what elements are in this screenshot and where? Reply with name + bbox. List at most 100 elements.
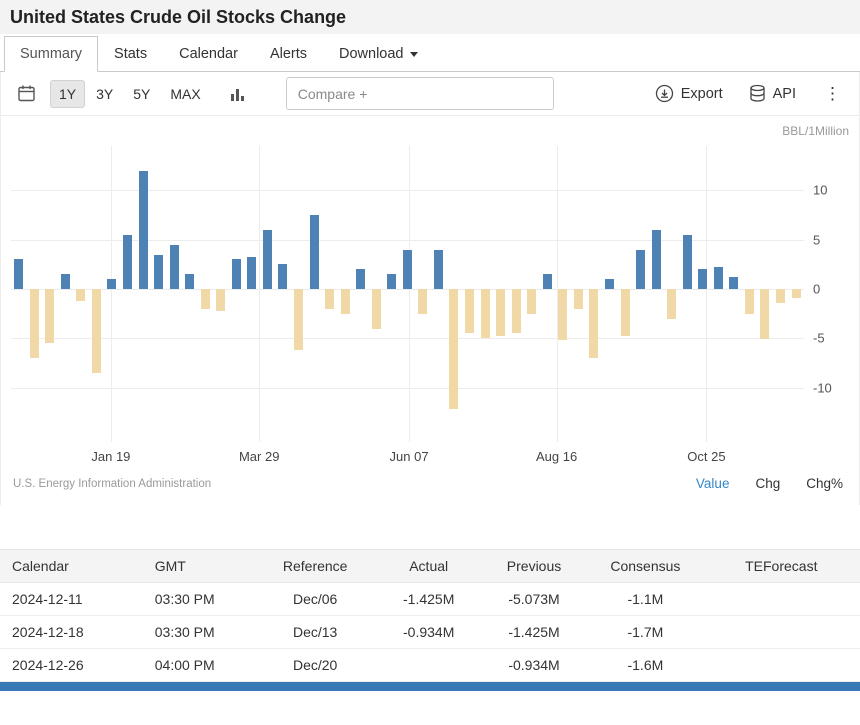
y-tick-label: 0 bbox=[813, 282, 820, 297]
chart-bar bbox=[465, 289, 474, 333]
chart-toolbar: 1Y3Y5YMAX Export API ⋮ bbox=[1, 72, 859, 116]
calendar-icon bbox=[17, 84, 36, 103]
bar-chart-icon bbox=[230, 86, 246, 102]
table-row: 2024-12-1103:30 PMDec/06-1.425M-5.073M-1… bbox=[0, 583, 860, 616]
chart-bar bbox=[216, 289, 225, 311]
range-button-1y[interactable]: 1Y bbox=[50, 80, 85, 108]
range-button-5y[interactable]: 5Y bbox=[124, 80, 159, 108]
database-icon bbox=[749, 84, 766, 103]
chart-bar bbox=[387, 274, 396, 289]
date-range-calendar-button[interactable] bbox=[11, 80, 42, 107]
chart-bar bbox=[683, 235, 692, 289]
column-header-consensus: Consensus bbox=[588, 550, 702, 583]
tab-download[interactable]: Download bbox=[323, 36, 434, 72]
mode-value[interactable]: Value bbox=[696, 476, 730, 491]
chart-bar bbox=[589, 289, 598, 358]
table-cell: Dec/20 bbox=[253, 649, 378, 682]
mode-chg[interactable]: Chg bbox=[755, 476, 780, 491]
export-label: Export bbox=[681, 86, 723, 102]
chart-footer: U.S. Energy Information Administration V… bbox=[11, 472, 849, 505]
mode-switcher: Value Chg Chg% bbox=[696, 476, 847, 491]
table-cell bbox=[703, 616, 860, 649]
chart-bar bbox=[107, 279, 116, 289]
chart-bar bbox=[558, 289, 567, 340]
table-cell: -1.425M bbox=[480, 616, 588, 649]
x-tick-label: Aug 16 bbox=[536, 449, 577, 464]
chart-bar bbox=[636, 250, 645, 289]
title-strip: United States Crude Oil Stocks Change bbox=[0, 0, 860, 34]
chart-bar bbox=[574, 289, 583, 309]
table-cell: 04:00 PM bbox=[143, 649, 253, 682]
x-tick-label: Jun 07 bbox=[390, 449, 429, 464]
table-cell: 2024-12-11 bbox=[0, 583, 143, 616]
calendar-table-head: CalendarGMTReferenceActualPreviousConsen… bbox=[0, 550, 860, 583]
table-cell: 03:30 PM bbox=[143, 616, 253, 649]
chart-bar bbox=[14, 259, 23, 289]
chart-bar bbox=[325, 289, 334, 309]
chart-bar bbox=[605, 279, 614, 289]
chart-bar bbox=[481, 289, 490, 338]
chart-bar bbox=[667, 289, 676, 319]
tab-calendar[interactable]: Calendar bbox=[163, 36, 254, 72]
chart-bar bbox=[61, 274, 70, 289]
chart-bar bbox=[356, 269, 365, 289]
chart-bar bbox=[154, 255, 163, 290]
chart-bar bbox=[76, 289, 85, 301]
compare-input[interactable] bbox=[286, 77, 554, 110]
chart-bar bbox=[170, 245, 179, 289]
chart-bar bbox=[434, 250, 443, 289]
chart-unit-label: BBL/1Million bbox=[11, 124, 849, 138]
api-label: API bbox=[773, 86, 796, 102]
table-cell: Dec/13 bbox=[253, 616, 378, 649]
tab-summary[interactable]: Summary bbox=[4, 36, 98, 72]
export-button[interactable]: Export bbox=[645, 78, 733, 109]
tab-stats[interactable]: Stats bbox=[98, 36, 163, 72]
chart-bar bbox=[418, 289, 427, 314]
chart-bar bbox=[527, 289, 536, 314]
chart-bar bbox=[512, 289, 521, 333]
column-header-previous: Previous bbox=[480, 550, 588, 583]
chevron-down-icon bbox=[410, 52, 418, 57]
toolbar-right: Export API ⋮ bbox=[645, 78, 849, 109]
chart-y-axis: 1050-5-10 bbox=[804, 146, 849, 442]
chart-bar bbox=[652, 230, 661, 289]
calendar-table: CalendarGMTReferenceActualPreviousConsen… bbox=[0, 549, 860, 682]
chart-bar bbox=[247, 257, 256, 289]
chart-x-axis: Jan 19Mar 29Jun 07Aug 16Oct 25 bbox=[11, 442, 804, 472]
table-cell: -5.073M bbox=[480, 583, 588, 616]
chart-bar bbox=[92, 289, 101, 373]
chart-bar bbox=[30, 289, 39, 358]
chart-type-button[interactable] bbox=[224, 82, 252, 106]
chart-bar bbox=[139, 171, 148, 289]
table-cell bbox=[378, 649, 480, 682]
mode-chgpct[interactable]: Chg% bbox=[806, 476, 843, 491]
table-cell: -1.425M bbox=[378, 583, 480, 616]
table-cell: Dec/06 bbox=[253, 583, 378, 616]
v-gridline bbox=[259, 146, 260, 442]
range-group: 1Y3Y5YMAX bbox=[50, 80, 210, 108]
table-cell: -0.934M bbox=[480, 649, 588, 682]
next-section-header-partial bbox=[0, 682, 860, 691]
header-row: CalendarGMTReferenceActualPreviousConsen… bbox=[0, 550, 860, 583]
h-gridline bbox=[11, 289, 804, 290]
table-cell bbox=[703, 649, 860, 682]
table-cell: -1.7M bbox=[588, 616, 702, 649]
column-header-gmt: GMT bbox=[143, 550, 253, 583]
source-attribution: U.S. Energy Information Administration bbox=[13, 478, 211, 490]
more-options-kebab-icon[interactable]: ⋮ bbox=[816, 82, 849, 106]
tab-alerts[interactable]: Alerts bbox=[254, 36, 323, 72]
chart-bar bbox=[496, 289, 505, 336]
range-button-3y[interactable]: 3Y bbox=[87, 80, 122, 108]
chart-bar bbox=[776, 289, 785, 303]
chart-bar bbox=[341, 289, 350, 314]
y-tick-label: 10 bbox=[813, 183, 827, 198]
chart-bar bbox=[745, 289, 754, 314]
chart-bar bbox=[403, 250, 412, 289]
chart-plot bbox=[11, 146, 804, 442]
h-gridline bbox=[11, 190, 804, 191]
table-cell: -0.934M bbox=[378, 616, 480, 649]
table-cell: 2024-12-26 bbox=[0, 649, 143, 682]
api-button[interactable]: API bbox=[739, 78, 806, 109]
range-button-max[interactable]: MAX bbox=[161, 80, 209, 108]
tab-bar: SummaryStatsCalendarAlertsDownload bbox=[0, 34, 860, 72]
